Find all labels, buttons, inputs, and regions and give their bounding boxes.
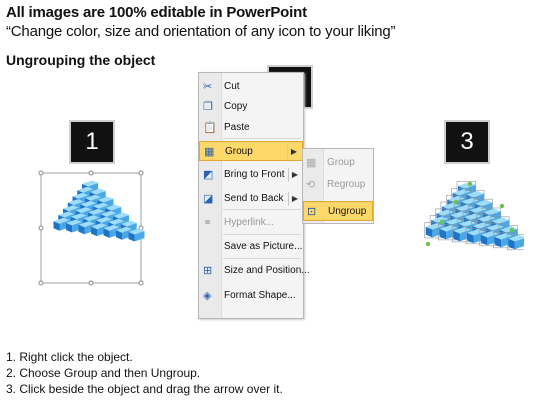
submenu-arrow-icon: ▶	[291, 194, 298, 203]
submenu-item-label: Group	[327, 157, 355, 168]
bring-to-front-icon: ◩	[203, 169, 214, 181]
submenu-arrow-icon: ▶	[291, 170, 298, 179]
group-icon: ▦	[204, 146, 215, 158]
instruction-step-3: 3. Click beside the object and drag the …	[6, 382, 283, 396]
menu-separator	[223, 138, 301, 139]
pyramid-object-grouped[interactable]	[38, 170, 146, 288]
paste-icon: 📋	[203, 122, 217, 134]
menu-item-bring-to-front[interactable]: ◩ Bring to Front ▶	[199, 165, 303, 185]
menu-separator	[223, 258, 301, 259]
scissors-icon: ✂	[203, 81, 213, 93]
send-to-back-icon: ◪	[203, 193, 214, 205]
instructions-list: 1. Right click the object. 2. Choose Gro…	[6, 349, 283, 397]
ungroup-icon: ⊡	[307, 206, 317, 218]
rotation-handle[interactable]	[453, 199, 459, 205]
submenu-arrow-icon: ▶	[290, 147, 297, 156]
menu-item-label: Hyperlink...	[224, 217, 275, 228]
menu-item-label: Paste	[224, 122, 250, 133]
rotation-handle[interactable]	[499, 203, 505, 209]
step-badge-3: 3	[446, 122, 488, 162]
submenu-item-group[interactable]: ▦ Group	[303, 153, 373, 173]
instruction-step-2: 2. Choose Group and then Ungroup.	[6, 366, 201, 380]
page-subtitle: “Change color, size and orientation of a…	[6, 23, 396, 40]
menu-separator	[223, 234, 301, 235]
copy-icon: ❐	[203, 101, 213, 113]
menu-item-label: Group	[225, 146, 253, 157]
menu-item-cut[interactable]: ✂ Cut	[199, 77, 303, 97]
format-shape-icon: ◈	[203, 290, 212, 302]
menu-item-size-and-position[interactable]: ⊞ Size and Position...	[199, 261, 310, 281]
menu-item-label: Copy	[224, 101, 248, 112]
menu-item-label: Send to Back	[224, 193, 284, 204]
group-submenu: ▦ Group ⟲ Regroup ⊡ Ungroup	[302, 148, 374, 224]
group-icon: ▦	[306, 157, 317, 169]
menu-item-label: Cut	[224, 81, 240, 92]
menu-item-save-as-picture[interactable]: Save as Picture...	[199, 237, 303, 257]
menu-item-label: Bring to Front	[224, 169, 285, 180]
submenu-item-label: Regroup	[327, 179, 366, 190]
rotation-handle[interactable]	[467, 181, 473, 187]
size-position-icon: ⊞	[203, 265, 213, 277]
rotation-handle[interactable]	[509, 227, 515, 233]
rotation-handle[interactable]	[425, 241, 431, 247]
submenu-item-ungroup[interactable]: ⊡ Ungroup	[303, 201, 373, 221]
menu-separator	[223, 209, 301, 210]
menu-item-paste[interactable]: 📋 Paste	[199, 118, 303, 138]
pyramid-object-ungrouped[interactable]	[412, 172, 524, 296]
menu-item-label: Save as Picture...	[224, 241, 303, 252]
menu-item-label: Format Shape...	[224, 290, 296, 301]
section-heading: Ungrouping the object	[6, 52, 156, 68]
rotation-handle[interactable]	[439, 219, 445, 225]
menu-item-hyperlink[interactable]: ⚭ Hyperlink...	[199, 213, 303, 233]
menu-item-format-shape[interactable]: ◈ Format Shape...	[199, 286, 303, 306]
hyperlink-icon: ⚭	[203, 217, 213, 229]
submenu-item-regroup[interactable]: ⟲ Regroup	[303, 175, 373, 195]
page-title: All images are 100% editable in PowerPoi…	[6, 4, 307, 21]
regroup-icon: ⟲	[306, 179, 316, 191]
submenu-item-label: Ungroup	[328, 206, 367, 217]
context-menu: ✂ Cut ❐ Copy 📋 Paste ▦ Group ▶ ◩ Bring to Front ▶ ◪ S…	[198, 72, 310, 319]
menu-item-copy[interactable]: ❐ Copy	[199, 97, 303, 117]
submenu-divider	[287, 145, 288, 159]
menu-item-send-to-back[interactable]: ◪ Send to Back ▶	[199, 189, 303, 209]
step-badge-1: 1	[71, 122, 113, 162]
submenu-divider	[288, 192, 289, 206]
instruction-step-1: 1. Right click the object.	[6, 350, 133, 364]
submenu-divider	[288, 168, 289, 182]
menu-item-label: Size and Position...	[224, 265, 310, 276]
menu-item-group[interactable]: ▦ Group ▶	[199, 141, 303, 161]
